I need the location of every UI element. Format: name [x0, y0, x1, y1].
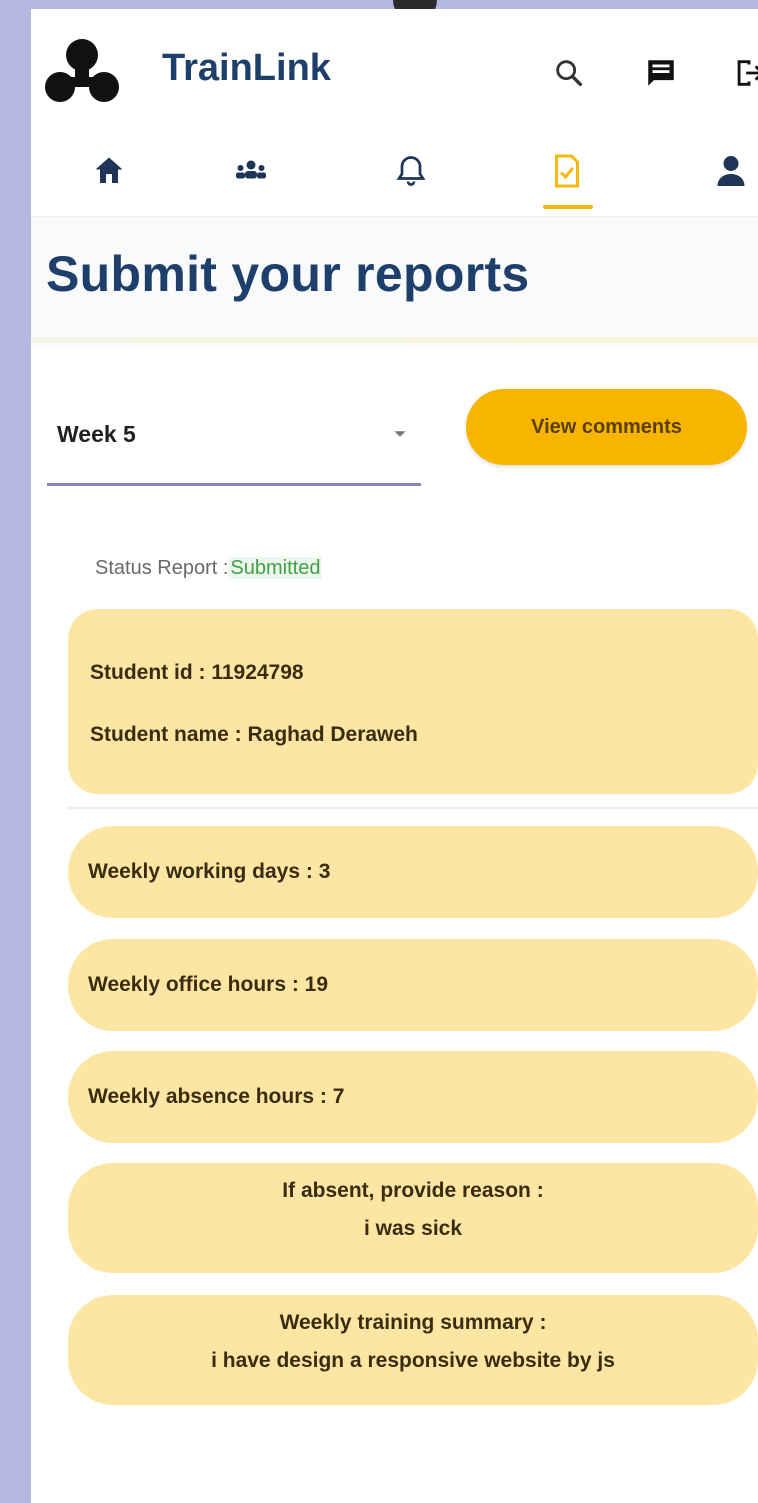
student-id: Student id : 11924798: [90, 661, 304, 684]
logout-icon[interactable]: [729, 53, 758, 93]
status-report: Status Report : Submitted: [95, 557, 323, 580]
absent-reason-field: If absent, provide reason : i was sick: [68, 1163, 758, 1273]
app-name: TrainLink: [162, 47, 331, 89]
week-dropdown[interactable]: Week 5: [47, 403, 421, 486]
nav-reports[interactable]: [539, 141, 595, 201]
status-value: Submitted: [228, 557, 323, 579]
week-dropdown-value: Week 5: [57, 421, 136, 447]
dropdown-caret-icon: [394, 431, 406, 437]
training-summary-value: i have design a responsive website by js: [211, 1349, 615, 1372]
nav-profile[interactable]: [703, 141, 758, 201]
nav-home[interactable]: [81, 141, 137, 201]
search-icon[interactable]: [549, 53, 589, 93]
section-divider: [68, 807, 758, 809]
absent-reason-value: i was sick: [363, 1217, 463, 1240]
device-frame: TrainLink Submit your reports Week 5 Vie…: [0, 0, 758, 1503]
page-title: Submit your reports: [46, 246, 530, 302]
office-hours-field: Weekly office hours : 19: [68, 939, 758, 1031]
nav-notifications[interactable]: [383, 141, 439, 201]
absent-reason-label: If absent, provide reason :: [282, 1179, 544, 1202]
training-summary-label: Weekly training summary :: [279, 1311, 547, 1334]
frame-left-border: [0, 0, 31, 1503]
student-info-card: Student id : 11924798 Student name : Rag…: [68, 609, 758, 794]
app-header: TrainLink: [31, 9, 758, 218]
chat-icon[interactable]: [641, 53, 681, 93]
absence-hours-text: Weekly absence hours : 7: [88, 1085, 345, 1108]
status-label: Status Report :: [95, 557, 229, 579]
office-hours-text: Weekly office hours : 19: [88, 973, 329, 996]
bottom-tab-nav: [31, 135, 758, 219]
training-summary-field: Weekly training summary : i have design …: [68, 1295, 758, 1405]
nav-divider: [31, 216, 758, 218]
page-title-bar: Submit your reports: [31, 219, 758, 347]
person-icon: [717, 156, 745, 186]
groups-icon: [236, 160, 266, 179]
home-icon: [95, 157, 123, 183]
working-days-text: Weekly working days : 3: [88, 860, 331, 883]
app-screen: TrainLink Submit your reports Week 5 Vie…: [31, 9, 758, 1503]
working-days-field: Weekly working days : 3: [68, 826, 758, 918]
absence-hours-field: Weekly absence hours : 7: [68, 1051, 758, 1143]
nav-groups[interactable]: [223, 141, 279, 201]
active-tab-indicator: [543, 205, 593, 209]
trainlink-logo-icon: [45, 39, 119, 102]
frame-top-border: [0, 0, 758, 9]
bell-icon: [396, 156, 426, 186]
title-accent-line: [31, 337, 758, 343]
student-name: Student name : Raghad Deraweh: [90, 723, 418, 746]
report-check-icon: [555, 154, 579, 188]
view-comments-button[interactable]: View comments: [466, 389, 747, 465]
